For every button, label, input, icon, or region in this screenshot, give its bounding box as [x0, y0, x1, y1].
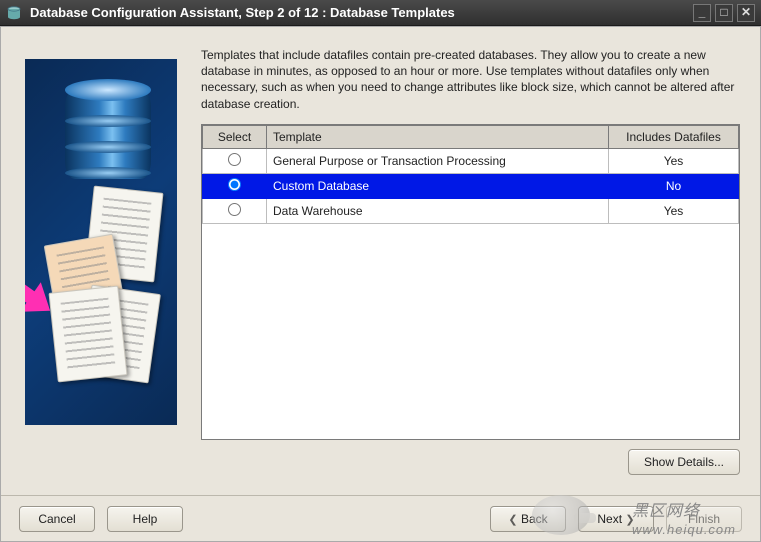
finish-button[interactable]: Finish: [666, 506, 742, 532]
intro-text: Templates that include datafiles contain…: [201, 47, 740, 112]
table-row[interactable]: General Purpose or Transaction Processin…: [203, 148, 739, 173]
table-row[interactable]: Custom DatabaseNo: [203, 173, 739, 198]
templates-table: Select Template Includes Datafiles Gener…: [201, 124, 740, 440]
details-row: Show Details...: [628, 449, 740, 475]
close-button[interactable]: ✕: [737, 4, 755, 22]
next-button[interactable]: Next ❯: [578, 506, 654, 532]
includes-cell: Yes: [609, 148, 739, 173]
table-row[interactable]: Data WarehouseYes: [203, 198, 739, 223]
cancel-button[interactable]: Cancel: [19, 506, 95, 532]
template-radio[interactable]: [228, 203, 241, 216]
database-cylinder-icon: [65, 79, 151, 189]
col-header-select[interactable]: Select: [203, 125, 267, 148]
template-radio[interactable]: [228, 178, 241, 191]
back-button[interactable]: ❮ Back: [490, 506, 566, 532]
col-header-template[interactable]: Template: [267, 125, 609, 148]
page-icon: [48, 286, 127, 383]
window-titlebar: Database Configuration Assistant, Step 2…: [0, 0, 761, 26]
app-icon: [6, 5, 22, 21]
help-button[interactable]: Help: [107, 506, 183, 532]
template-cell: General Purpose or Transaction Processin…: [267, 148, 609, 173]
next-label: Next: [597, 512, 622, 526]
col-header-includes[interactable]: Includes Datafiles: [609, 125, 739, 148]
minimize-button[interactable]: _: [693, 4, 711, 22]
wizard-footer: Cancel Help ❮ Back Next ❯ Finish: [1, 495, 760, 541]
select-cell[interactable]: [203, 148, 267, 173]
chevron-right-icon: ❯: [625, 514, 634, 526]
includes-cell: No: [609, 173, 739, 198]
chevron-left-icon: ❮: [508, 514, 517, 526]
main-content: Templates that include datafiles contain…: [201, 47, 740, 451]
back-label: Back: [521, 512, 548, 526]
show-details-button[interactable]: Show Details...: [628, 449, 740, 475]
template-radio[interactable]: [228, 153, 241, 166]
select-cell[interactable]: [203, 173, 267, 198]
window-body: Templates that include datafiles contain…: [0, 26, 761, 542]
includes-cell: Yes: [609, 198, 739, 223]
window-title: Database Configuration Assistant, Step 2…: [30, 5, 689, 20]
template-cell: Data Warehouse: [267, 198, 609, 223]
template-cell: Custom Database: [267, 173, 609, 198]
select-cell[interactable]: [203, 198, 267, 223]
side-illustration: [25, 59, 177, 425]
maximize-button[interactable]: □: [715, 4, 733, 22]
